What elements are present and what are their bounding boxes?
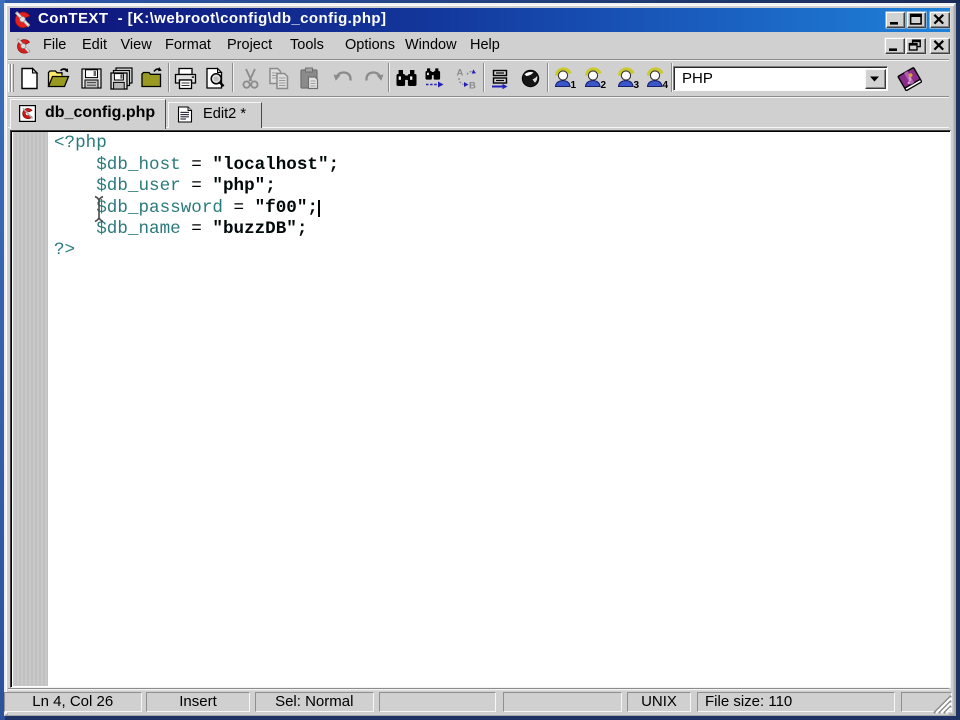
svg-text:3: 3 xyxy=(634,80,640,91)
svg-text:4: 4 xyxy=(663,80,669,91)
svg-text:1: 1 xyxy=(571,80,577,91)
svg-text:B: B xyxy=(469,81,476,92)
svg-text:2: 2 xyxy=(601,80,607,91)
svg-text:A: A xyxy=(457,68,464,79)
